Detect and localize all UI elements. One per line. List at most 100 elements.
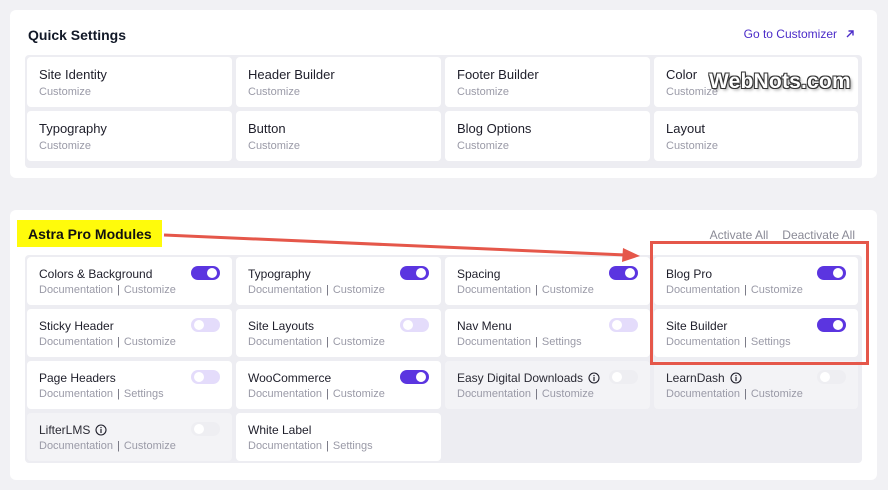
module-links: Documentation | Customize	[39, 440, 176, 452]
info-icon[interactable]	[730, 372, 742, 384]
documentation-link[interactable]: Documentation	[39, 440, 113, 452]
module-title-text: Sticky Header	[39, 319, 114, 333]
toggle-knob	[416, 268, 426, 278]
quick-card-header-builder[interactable]: Header Builder Customize	[236, 57, 441, 107]
module-toggle[interactable]	[400, 318, 429, 332]
module-title: Site Layouts	[248, 319, 314, 333]
module-title: WooCommerce	[248, 371, 331, 385]
card-subtitle: Customize	[248, 86, 300, 98]
module-toggle[interactable]	[191, 422, 220, 436]
toggle-knob	[416, 372, 426, 382]
module-links: Documentation | Customize	[248, 336, 385, 348]
module-title: Colors & Background	[39, 267, 152, 281]
module-action-link[interactable]: Settings	[542, 336, 582, 348]
pro-modules-title: Astra Pro Modules	[17, 220, 162, 247]
link-separator: |	[117, 388, 120, 400]
module-action-link[interactable]: Settings	[124, 388, 164, 400]
quick-settings-title: Quick Settings	[28, 27, 127, 43]
toggle-knob	[625, 268, 635, 278]
quick-card-typography[interactable]: Typography Customize	[27, 111, 232, 161]
module-card-white-label: White Label Documentation | Settings	[236, 413, 441, 461]
info-icon[interactable]	[588, 372, 600, 384]
module-card-woocommerce: WooCommerce Documentation | Customize	[236, 361, 441, 409]
card-title: Header Builder	[248, 67, 335, 82]
toggle-knob	[612, 320, 622, 330]
documentation-link[interactable]: Documentation	[666, 388, 740, 400]
go-to-customizer-link[interactable]: Go to Customizer	[744, 27, 855, 41]
documentation-link[interactable]: Documentation	[457, 284, 531, 296]
module-card-easy-digital-downloads: Easy Digital Downloads Documentation | Cust…	[445, 361, 650, 409]
bulk-actions: Activate All Deactivate All	[710, 228, 855, 242]
toggle-knob	[194, 424, 204, 434]
module-title-text: Nav Menu	[457, 319, 512, 333]
module-toggle[interactable]	[191, 370, 220, 384]
module-toggle[interactable]	[191, 318, 220, 332]
module-links: Documentation | Customize	[39, 284, 176, 296]
module-toggle[interactable]	[817, 370, 846, 384]
card-subtitle: Customize	[248, 140, 300, 152]
quick-card-layout[interactable]: Layout Customize	[654, 111, 858, 161]
module-title-text: Colors & Background	[39, 267, 153, 281]
module-title-text: Typography	[248, 267, 311, 281]
module-toggle[interactable]	[400, 266, 429, 280]
module-action-link[interactable]: Customize	[124, 336, 176, 348]
module-links: Documentation | Customize	[248, 284, 385, 296]
documentation-link[interactable]: Documentation	[248, 336, 322, 348]
module-action-link[interactable]: Customize	[124, 440, 176, 452]
module-title-text: LifterLMS	[39, 423, 91, 437]
documentation-link[interactable]: Documentation	[39, 388, 113, 400]
module-action-link[interactable]: Settings	[333, 440, 373, 452]
quick-card-footer-builder[interactable]: Footer Builder Customize	[445, 57, 650, 107]
module-card-spacing: Spacing Documentation | Customize	[445, 257, 650, 305]
module-toggle[interactable]	[191, 266, 220, 280]
card-subtitle: Customize	[39, 140, 91, 152]
module-links: Documentation | Settings	[39, 388, 164, 400]
documentation-link[interactable]: Documentation	[457, 388, 531, 400]
module-title: Spacing	[457, 267, 500, 281]
module-title: Typography	[248, 267, 311, 281]
deactivate-all-button[interactable]: Deactivate All	[782, 228, 855, 242]
module-title-text: Site Layouts	[248, 319, 315, 333]
module-toggle[interactable]	[400, 370, 429, 384]
module-action-link[interactable]: Customize	[333, 284, 385, 296]
quick-card-site-identity[interactable]: Site Identity Customize	[27, 57, 232, 107]
documentation-link[interactable]: Documentation	[248, 284, 322, 296]
module-toggle[interactable]	[609, 318, 638, 332]
module-links: Documentation | Customize	[666, 388, 803, 400]
module-action-link[interactable]: Customize	[751, 388, 803, 400]
module-action-link[interactable]: Customize	[542, 388, 594, 400]
module-links: Documentation | Customize	[248, 388, 385, 400]
link-separator: |	[326, 388, 329, 400]
documentation-link[interactable]: Documentation	[248, 388, 322, 400]
module-card-nav-menu: Nav Menu Documentation | Settings	[445, 309, 650, 357]
quick-card-blog-options[interactable]: Blog Options Customize	[445, 111, 650, 161]
module-action-link[interactable]: Customize	[333, 388, 385, 400]
module-title-text: Spacing	[457, 267, 501, 281]
card-title: Button	[248, 121, 286, 136]
documentation-link[interactable]: Documentation	[248, 440, 322, 452]
module-action-link[interactable]: Customize	[333, 336, 385, 348]
info-icon[interactable]	[95, 424, 107, 436]
documentation-link[interactable]: Documentation	[39, 284, 113, 296]
external-arrow-icon	[846, 30, 854, 38]
module-action-link[interactable]: Customize	[124, 284, 176, 296]
module-card-page-headers: Page Headers Documentation | Settings	[27, 361, 232, 409]
module-action-link[interactable]: Customize	[542, 284, 594, 296]
quick-card-button[interactable]: Button Customize	[236, 111, 441, 161]
card-subtitle: Customize	[666, 140, 718, 152]
link-separator: |	[117, 336, 120, 348]
module-toggle[interactable]	[609, 370, 638, 384]
documentation-link[interactable]: Documentation	[39, 336, 113, 348]
go-to-customizer-label: Go to Customizer	[743, 27, 837, 41]
toggle-knob	[194, 320, 204, 330]
module-links: Documentation | Customize	[39, 336, 176, 348]
link-separator: |	[326, 440, 329, 452]
documentation-link[interactable]: Documentation	[457, 336, 531, 348]
module-title: Easy Digital Downloads	[457, 371, 600, 385]
link-separator: |	[326, 284, 329, 296]
toggle-knob	[194, 372, 204, 382]
activate-all-button[interactable]: Activate All	[710, 228, 769, 242]
module-toggle[interactable]	[609, 266, 638, 280]
module-links: Documentation | Customize	[457, 284, 594, 296]
link-separator: |	[744, 388, 747, 400]
